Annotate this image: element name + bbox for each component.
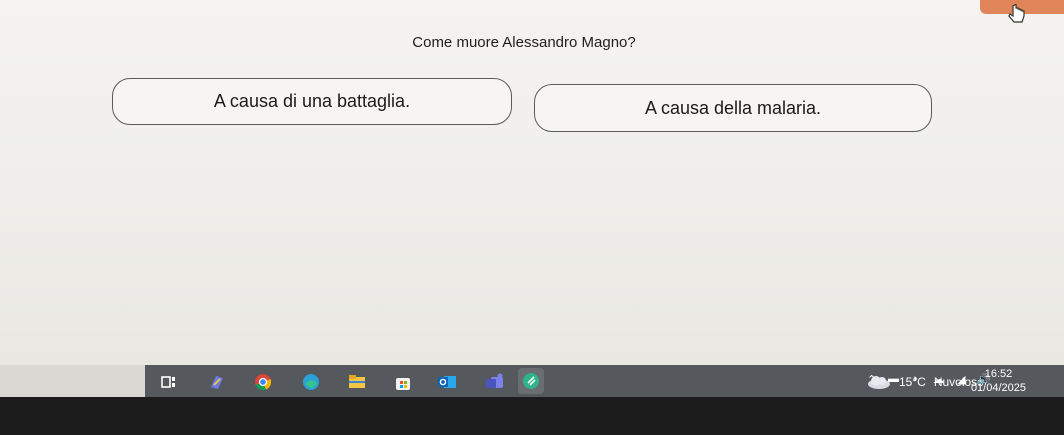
taskbar-main: 15°C Nuvoloso ⌃ ▬ ◑ ☁ ◢ 🔊 16:52 01/04/20… [145, 365, 1064, 397]
copilot-icon[interactable] [207, 372, 226, 391]
edge-icon[interactable] [301, 372, 320, 391]
onedrive-cloud-icon[interactable]: ☁ [933, 373, 944, 386]
chevron-up-icon[interactable]: ⌃ [867, 373, 876, 386]
chrome-icon[interactable] [253, 372, 272, 391]
game-controller-icon[interactable]: ▬ [888, 373, 899, 385]
file-explorer-icon[interactable] [347, 372, 366, 391]
answer-option-1[interactable]: A causa di una battaglia. [112, 78, 512, 125]
screen-bezel [0, 397, 1064, 435]
clock[interactable]: 16:52 01/04/2025 [971, 367, 1026, 395]
taskbar: 15°C Nuvoloso ⌃ ▬ ◑ ☁ ◢ 🔊 16:52 01/04/20… [0, 365, 1064, 397]
wifi-icon[interactable]: ◢ [957, 373, 965, 386]
teams-icon[interactable] [485, 372, 504, 391]
store-icon[interactable] [393, 372, 412, 391]
question-text: Come muore Alessandro Magno? [412, 34, 636, 51]
hand-cursor-icon [1008, 4, 1025, 23]
security-icon[interactable]: ◑ [911, 373, 918, 385]
taskview-icon[interactable] [159, 372, 178, 391]
outlook-icon[interactable] [437, 372, 456, 391]
clock-date: 01/04/2025 [970, 382, 1026, 394]
answer-option-label: A causa di una battaglia. [213, 91, 411, 111]
answer-option-2[interactable]: A causa della malaria. [534, 84, 932, 132]
clipchamp-icon[interactable] [518, 368, 544, 394]
clock-time: 16:52 [984, 368, 1013, 380]
weather-widget[interactable]: 15°C Nuvoloso [867, 372, 984, 392]
answer-option-label: A causa della malaria. [644, 97, 822, 118]
taskbar-left-area [0, 365, 145, 397]
